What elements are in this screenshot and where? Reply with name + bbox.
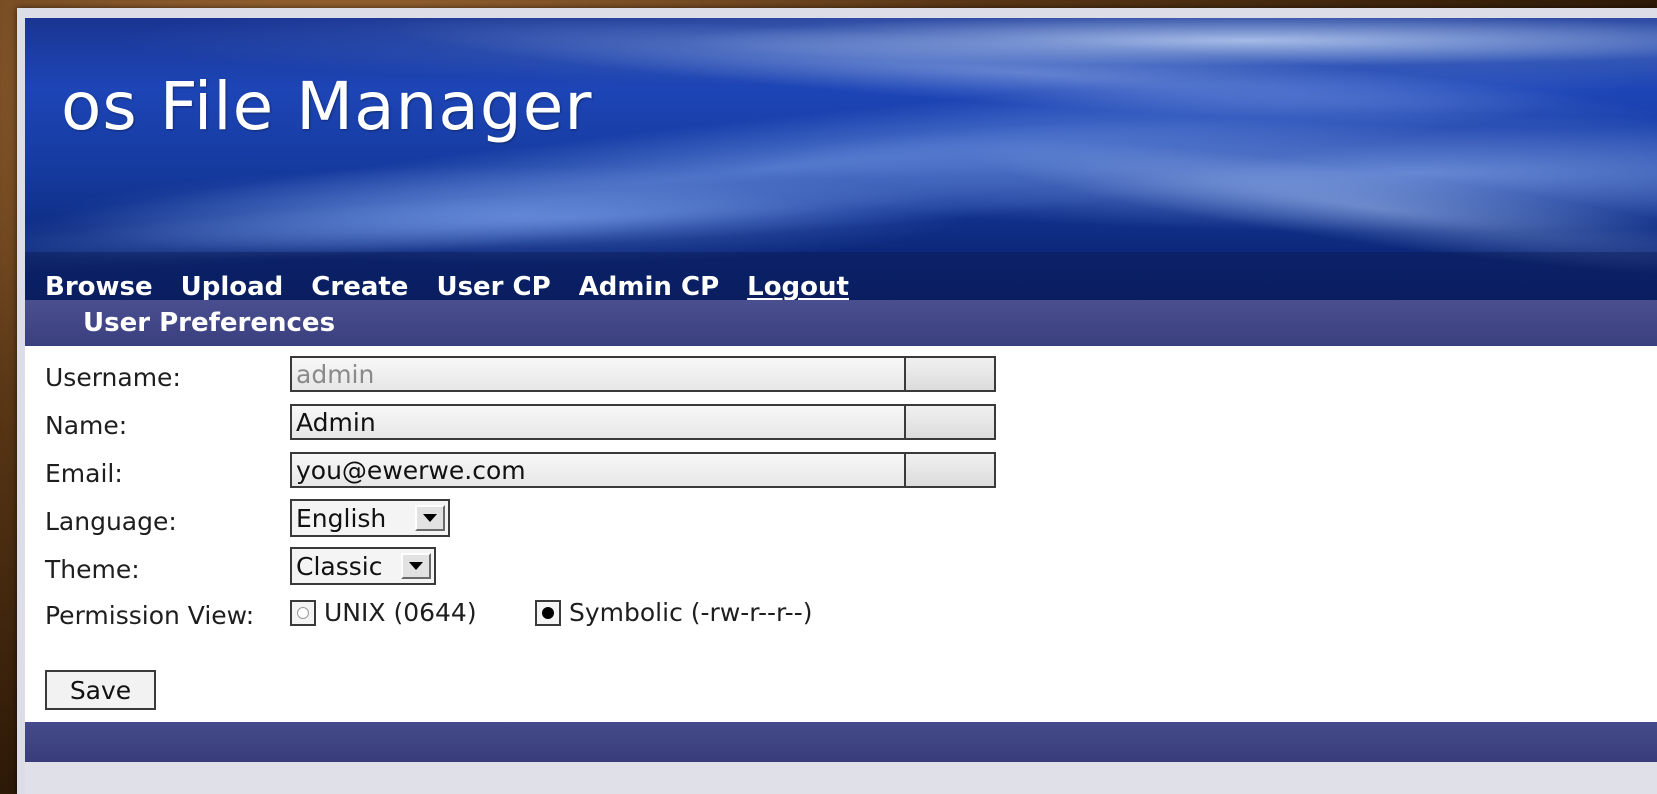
chevron-down-icon[interactable] [415,505,445,531]
theme-selected-value: Classic [296,551,383,581]
header-banner: os File Manager Browse Upload Create Use… [25,18,1657,300]
nav-create[interactable]: Create [311,272,408,300]
app-title: os File Manager [61,68,593,145]
section-title: User Preferences [83,308,336,338]
username-field-extension [904,356,996,392]
nav-admin-cp[interactable]: Admin CP [579,272,719,300]
nav-logout[interactable]: Logout [747,272,849,300]
name-label: Name: [45,411,128,440]
language-selected-value: English [296,503,387,533]
name-field[interactable] [290,404,904,440]
language-select[interactable]: English [290,499,450,537]
permission-symbolic-label: Symbolic (-rw-r--r--) [569,598,813,627]
username-field[interactable] [290,356,904,392]
radio-unchecked-icon[interactable] [290,599,316,626]
main-nav: Browse Upload Create User CP Admin CP Lo… [25,252,1657,300]
page-bottom-strip [25,762,1657,794]
email-field[interactable] [290,452,904,488]
nav-browse[interactable]: Browse [45,272,153,300]
username-label: Username: [45,363,181,392]
permission-view-label: Permission View: [45,601,255,630]
nav-upload[interactable]: Upload [181,272,284,300]
section-header: User Preferences [25,300,1657,346]
browser-page: os File Manager Browse Upload Create Use… [17,8,1657,794]
footer-bar [25,722,1657,762]
save-button[interactable]: Save [45,670,156,710]
chevron-down-icon[interactable] [401,553,431,579]
nav-list: Browse Upload Create User CP Admin CP Lo… [45,272,849,300]
language-label: Language: [45,507,177,536]
theme-select[interactable]: Classic [290,547,436,585]
permission-unix-option[interactable]: UNIX (0644) [290,598,477,627]
theme-label: Theme: [45,555,140,584]
radio-checked-icon[interactable] [535,599,561,626]
name-field-extension [904,404,996,440]
permission-unix-label: UNIX (0644) [324,598,477,627]
nav-user-cp[interactable]: User CP [436,272,550,300]
user-preferences-form: Username: Name: Email: Language: English… [25,346,1657,722]
permission-symbolic-option[interactable]: Symbolic (-rw-r--r--) [535,598,812,627]
email-field-extension [904,452,996,488]
email-label: Email: [45,459,123,488]
